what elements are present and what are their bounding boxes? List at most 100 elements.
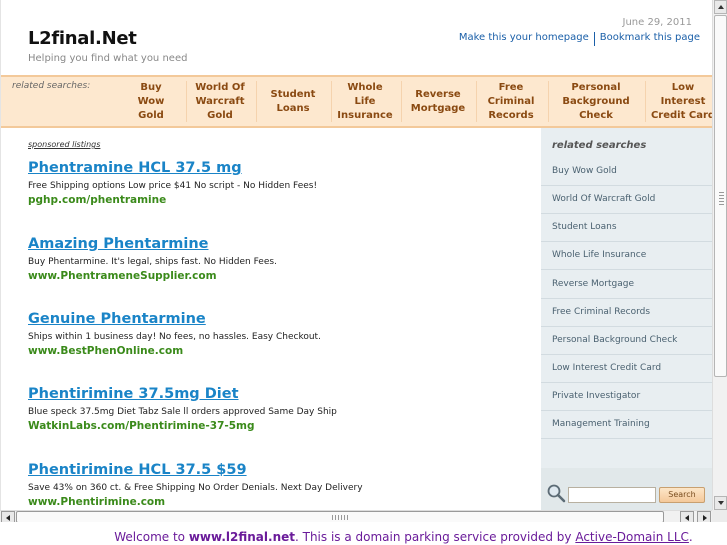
category-bar: related searches: Buy Wow Gold World Of …	[1, 75, 712, 128]
result-url-link[interactable]: www.Phentirimine.com	[28, 496, 528, 508]
sidebar-item-label[interactable]: Low Interest Credit Card	[552, 363, 661, 373]
scroll-right-button[interactable]	[697, 511, 711, 522]
scrollbar-corner	[712, 510, 727, 522]
category-low-interest-credit-card[interactable]: Low Interest Credit Card	[648, 77, 712, 126]
category-label: Personal Background Check	[562, 81, 630, 121]
result-url-link[interactable]: www.PhentrameneSupplier.com	[28, 270, 528, 282]
footer-bar: Welcome to www.l2final.net. This is a do…	[0, 522, 727, 545]
sidebar-item[interactable]: Whole Life Insurance	[541, 242, 712, 270]
category-divider	[331, 81, 332, 122]
sidebar-item[interactable]: Low Interest Credit Card	[541, 355, 712, 383]
result-listing: Genuine Phentarmine Ships within 1 busin…	[28, 311, 528, 357]
category-reverse-mortgage[interactable]: Reverse Mortgage	[403, 77, 473, 126]
result-listing: Phentirimine 37.5mg Diet Blue speck 37.5…	[28, 386, 528, 432]
footer-provider-link[interactable]: Active-Domain LLC	[575, 530, 689, 544]
category-bar-label: related searches:	[12, 81, 91, 91]
sidebar-item-label[interactable]: Reverse Mortgage	[552, 279, 634, 289]
vertical-scrollbar[interactable]	[712, 0, 727, 510]
sidebar-item-label[interactable]: Private Investigator	[552, 391, 640, 401]
search-input[interactable]	[568, 487, 656, 503]
sidebar-item-label[interactable]: Buy Wow Gold	[552, 166, 617, 176]
category-whole-life-insurance[interactable]: Whole Life Insurance	[333, 77, 397, 126]
category-label: Whole Life Insurance	[337, 81, 393, 121]
sidebar-item[interactable]: Buy Wow Gold	[541, 158, 712, 186]
result-description: Save 43% on 360 ct. & Free Shipping No O…	[28, 483, 363, 493]
sidebar-item[interactable]: Management Training	[541, 411, 712, 439]
category-label: Reverse Mortgage	[410, 88, 466, 114]
sidebar-item-label[interactable]: Free Criminal Records	[552, 307, 650, 317]
parked-page: L2final.Net Helping you find what you ne…	[0, 0, 712, 510]
sidebar-item-label[interactable]: Whole Life Insurance	[552, 250, 646, 260]
result-url-link[interactable]: pghp.com/phentramine	[28, 194, 528, 206]
grip-icon	[719, 191, 724, 205]
horizontal-scroll-thumb[interactable]	[16, 511, 664, 522]
arrow-up-icon	[718, 5, 724, 9]
related-searches-sidebar: related searches Buy Wow Gold World Of W…	[541, 128, 712, 510]
vertical-scroll-thumb[interactable]	[714, 15, 727, 377]
arrow-left-icon	[6, 515, 10, 521]
category-divider	[186, 81, 187, 122]
sidebar-title: related searches	[552, 140, 647, 151]
date-label: June 29, 2011	[622, 17, 693, 28]
result-listing: Amazing Phentarmine Buy Phentarmine. It'…	[28, 236, 528, 282]
result-listing: Phentirimine HCL 37.5 $59 Save 43% on 36…	[28, 462, 528, 508]
category-label: Student Loans	[270, 88, 316, 114]
scroll-down-button[interactable]	[714, 496, 727, 510]
bookmark-link[interactable]: Bookmark this page	[600, 32, 700, 46]
result-url-link[interactable]: www.BestPhenOnline.com	[28, 345, 528, 357]
result-title-link[interactable]: Genuine Phentarmine	[28, 311, 528, 327]
horizontal-scrollbar[interactable]	[0, 510, 712, 522]
category-divider	[548, 81, 549, 122]
category-personal-background-check[interactable]: Personal Background Check	[550, 77, 642, 126]
scroll-left-button-secondary[interactable]	[680, 511, 694, 522]
category-free-criminal-records[interactable]: Free Criminal Records	[478, 77, 544, 126]
sidebar-item[interactable]: Free Criminal Records	[541, 299, 712, 327]
header-link-divider	[593, 32, 595, 46]
sidebar-item[interactable]: Private Investigator	[541, 383, 712, 411]
sidebar-search-area: Search	[541, 468, 712, 510]
category-student-loans[interactable]: Student Loans	[258, 77, 328, 126]
result-url-link[interactable]: WatkinLabs.com/Phentirimine-37-5mg	[28, 420, 528, 432]
sidebar-item[interactable]: Personal Background Check	[541, 327, 712, 355]
category-divider	[401, 81, 402, 122]
site-title[interactable]: L2final.Net	[28, 28, 137, 49]
category-label: Buy Wow Gold	[137, 81, 165, 121]
sponsored-label: sponsored listings	[28, 140, 101, 149]
arrow-right-icon	[703, 515, 707, 521]
sidebar-item[interactable]: Reverse Mortgage	[541, 271, 712, 299]
sidebar-item-label[interactable]: World Of Warcraft Gold	[552, 194, 655, 204]
footer-prefix: Welcome to	[114, 530, 189, 544]
result-title-link[interactable]: Phentirimine 37.5mg Diet	[28, 386, 528, 402]
result-title-link[interactable]: Amazing Phentarmine	[28, 236, 528, 252]
category-label: Free Criminal Records	[487, 81, 535, 121]
browser-viewport: L2final.Net Helping you find what you ne…	[0, 0, 727, 522]
sidebar-item[interactable]: Student Loans	[541, 214, 712, 242]
scroll-left-button[interactable]	[1, 511, 15, 522]
result-title-link[interactable]: Phentirimine HCL 37.5 $59	[28, 462, 528, 478]
magnifier-icon	[547, 484, 566, 503]
search-button[interactable]: Search	[659, 487, 705, 503]
sidebar-item-label[interactable]: Management Training	[552, 419, 650, 429]
scroll-up-button[interactable]	[714, 0, 727, 14]
footer-suffix: .	[688, 530, 693, 544]
category-label: Low Interest Credit Card	[650, 81, 712, 121]
make-homepage-link[interactable]: Make this your homepage	[459, 32, 589, 46]
footer-domain-link[interactable]: www.l2final.net	[189, 530, 295, 544]
category-label: World Of Warcraft Gold	[195, 81, 245, 121]
sidebar-item-label[interactable]: Student Loans	[552, 222, 617, 232]
sidebar-item-label[interactable]: Personal Background Check	[552, 335, 677, 345]
category-divider	[645, 81, 646, 122]
site-tagline: Helping you find what you need	[28, 53, 188, 64]
result-listing: Phentramine HCL 37.5 mg Free Shipping op…	[28, 160, 528, 206]
category-world-of-warcraft-gold[interactable]: World Of Warcraft Gold	[188, 77, 252, 126]
category-divider	[476, 81, 477, 122]
result-description: Buy Phentarmine. It's legal, ships fast.…	[28, 257, 277, 267]
grip-icon	[332, 515, 348, 520]
result-title-link[interactable]: Phentramine HCL 37.5 mg	[28, 160, 528, 176]
footer-middle: . This is a domain parking service provi…	[294, 530, 576, 544]
sidebar-item[interactable]: World Of Warcraft Gold	[541, 186, 712, 214]
header-links: Make this your homepage Bookmark this pa…	[459, 32, 700, 46]
arrow-left-icon	[685, 515, 689, 521]
category-buy-wow-gold[interactable]: Buy Wow Gold	[119, 77, 183, 126]
result-description: Free Shipping options Low price $41 No s…	[28, 181, 318, 191]
